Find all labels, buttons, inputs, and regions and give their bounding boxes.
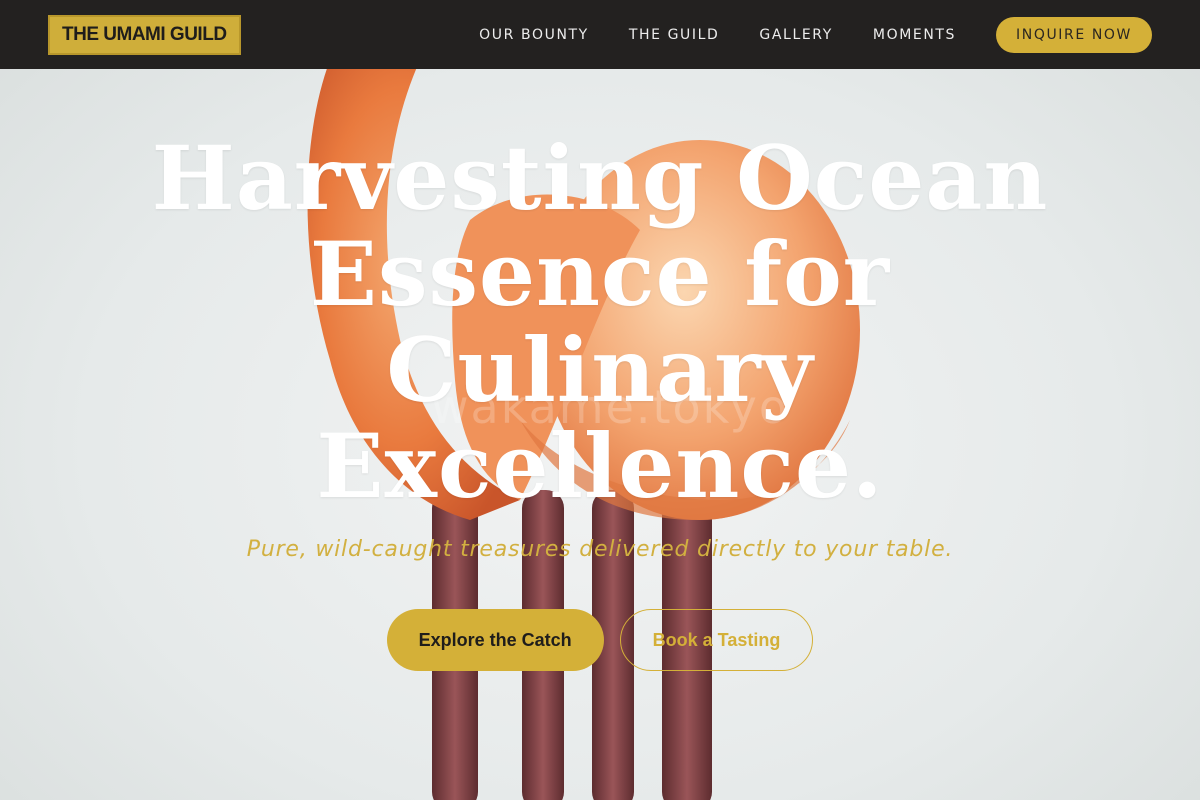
- headline-line-3: Culinary: [386, 318, 814, 422]
- nav-link-gallery[interactable]: GALLERY: [759, 27, 832, 43]
- nav-links: OUR BOUNTY THE GUILD GALLERY MOMENTS: [479, 27, 956, 43]
- hero-subtitle: Pure, wild-caught treasures delivered di…: [246, 537, 954, 562]
- nav-link-moments[interactable]: MOMENTS: [873, 27, 956, 43]
- nav-link-our-bounty[interactable]: OUR BOUNTY: [479, 27, 589, 43]
- explore-catch-button[interactable]: Explore the Catch: [386, 609, 604, 671]
- inquire-now-button[interactable]: INQUIRE NOW: [996, 16, 1152, 53]
- hero-cta-row: Explore the Catch Book a Tasting: [0, 609, 1200, 671]
- headline-line-2: Essence for: [309, 222, 891, 326]
- headline-line-1: Harvesting Ocean: [151, 126, 1049, 230]
- headline-line-4: Excellence.: [316, 414, 884, 518]
- nav-link-the-guild[interactable]: THE GUILD: [629, 27, 720, 43]
- hero-headline: Harvesting Ocean Essence for Culinary Ex…: [150, 130, 1050, 514]
- site-logo[interactable]: THE UMAMI GUILD: [48, 14, 241, 55]
- book-tasting-button[interactable]: Book a Tasting: [619, 609, 814, 671]
- top-nav: THE UMAMI GUILD OUR BOUNTY THE GUILD GAL…: [0, 0, 1200, 69]
